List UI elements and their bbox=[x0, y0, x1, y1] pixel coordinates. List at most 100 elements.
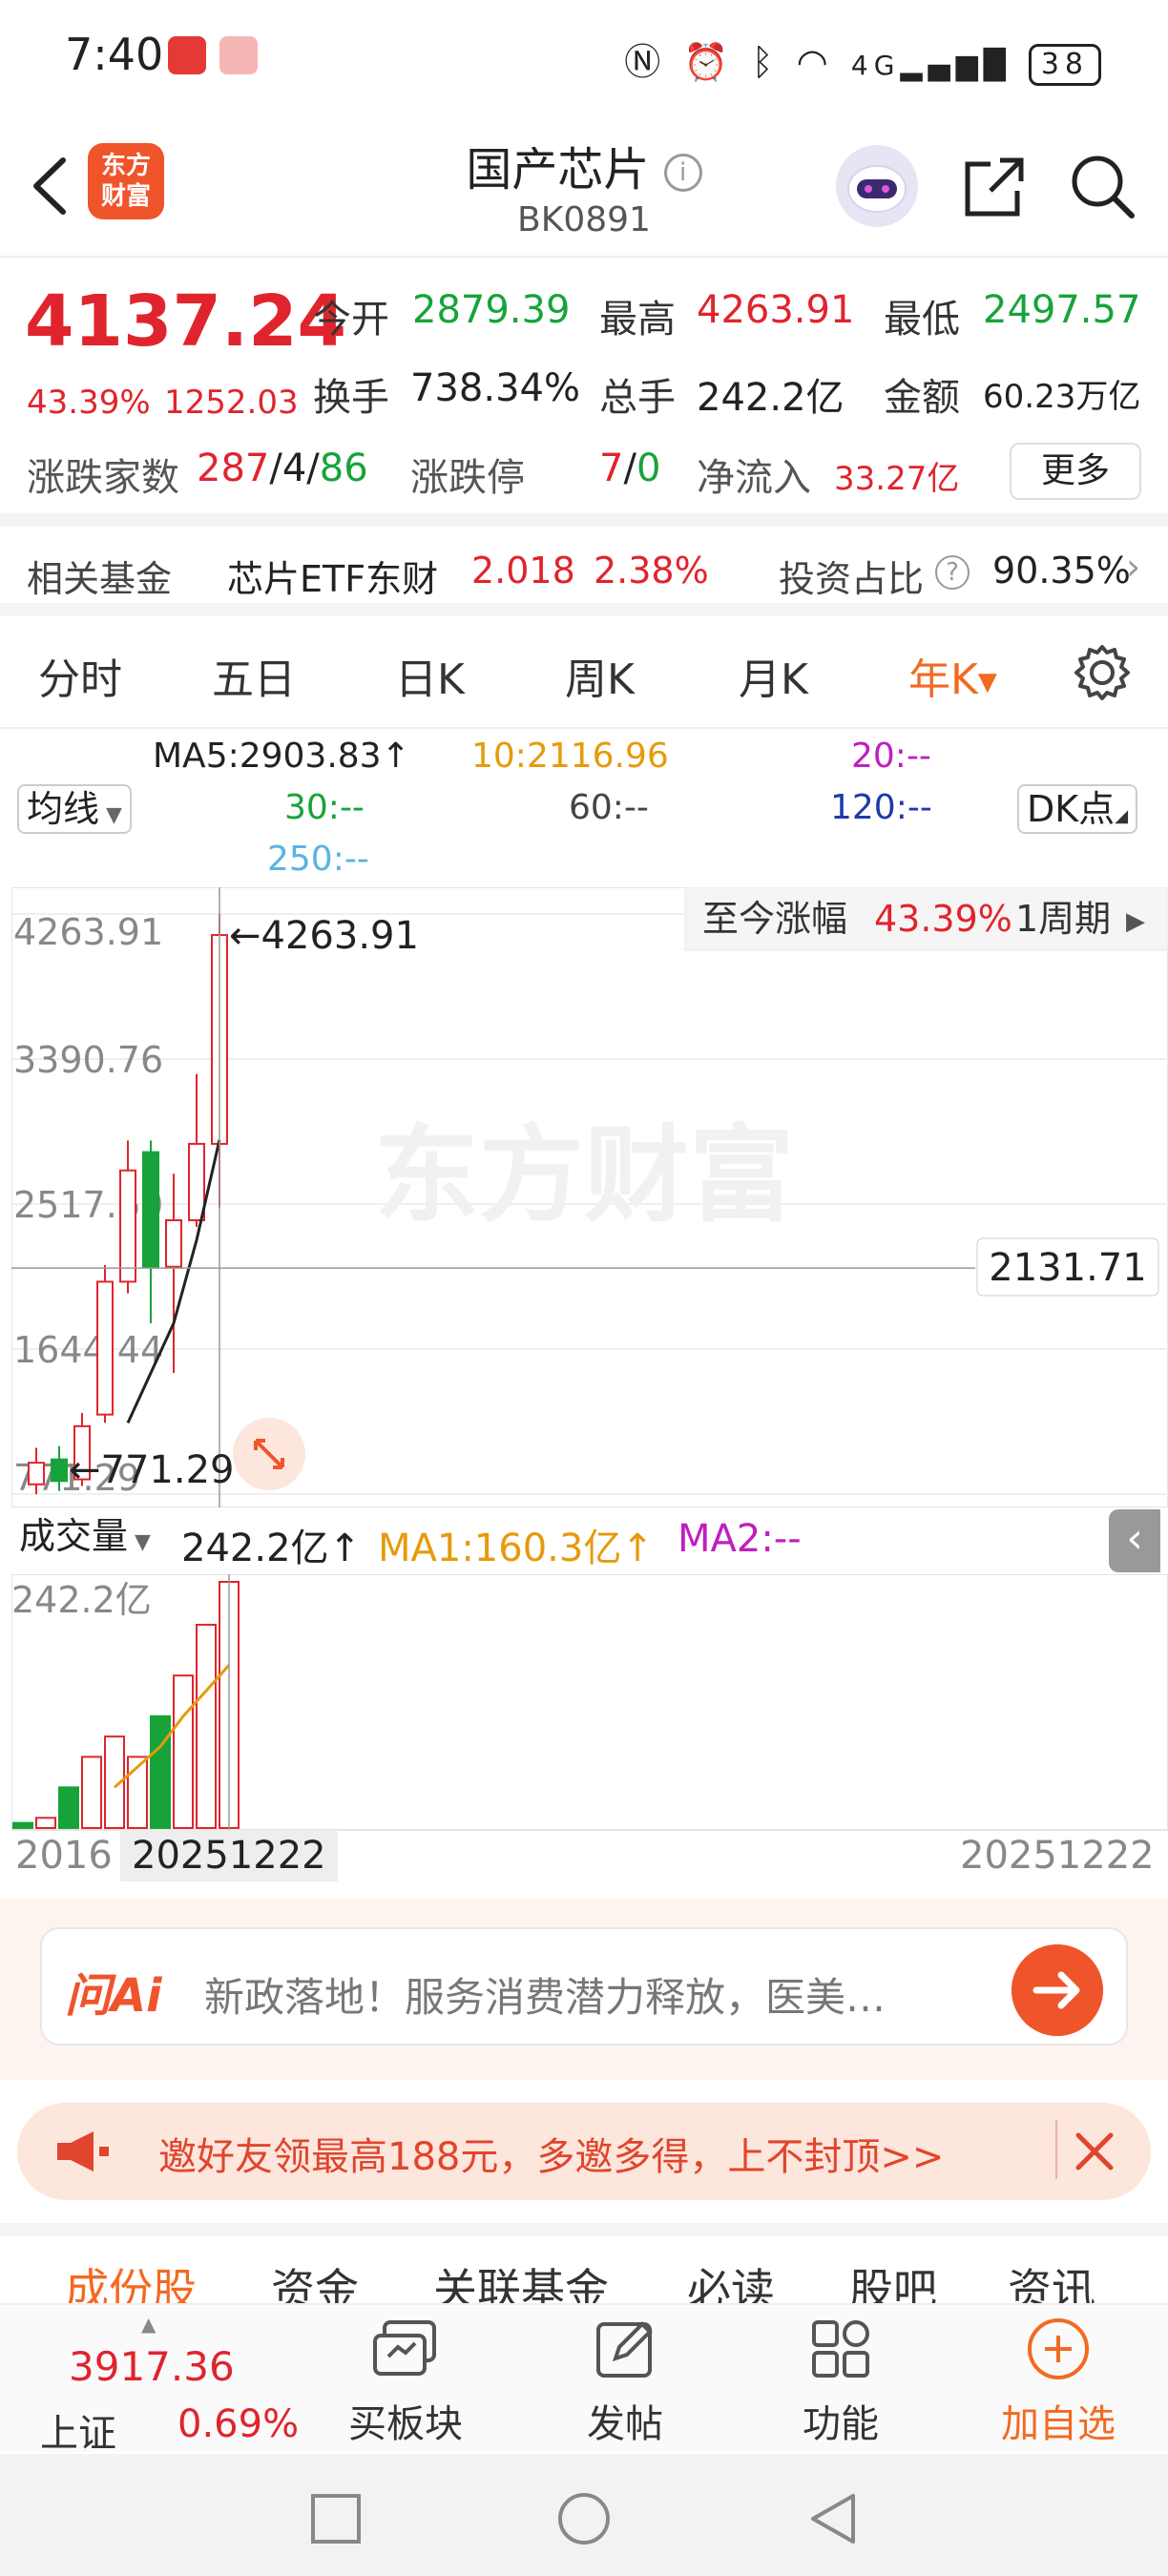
ma5-value: MA5:2903.83↑ bbox=[153, 737, 410, 776]
dk-point-selector[interactable]: DK点◢ bbox=[1017, 784, 1138, 834]
caret-up-icon: ▲ bbox=[141, 2313, 156, 2336]
candle-body bbox=[51, 1458, 68, 1483]
y-axis-label: 4263.91 bbox=[13, 911, 163, 953]
caret-down-icon: ▼ bbox=[128, 1530, 151, 1554]
home-icon[interactable] bbox=[555, 2490, 613, 2547]
x-axis-start: 2016 bbox=[15, 1834, 113, 1878]
edit-icon bbox=[596, 2321, 653, 2378]
sep: / bbox=[306, 447, 320, 490]
low-marker: ←771.29 bbox=[69, 1448, 234, 1492]
tab-monthly-k[interactable]: 月K bbox=[739, 645, 808, 706]
recent-apps-icon[interactable] bbox=[309, 2492, 363, 2545]
caret-down-icon: ▼ bbox=[99, 803, 122, 827]
chart-period-tabs: 分时 五日 日K 周K 月K 年K▼ bbox=[0, 620, 1168, 729]
gain-badge[interactable]: 至今涨幅 43.39% 1周期 ▶ bbox=[684, 887, 1168, 951]
wifi-icon: ◠ bbox=[796, 41, 834, 83]
open-value: 2879.39 bbox=[412, 288, 571, 332]
kline-chart[interactable]: 东方财富 4263.913390.762517.601644.44771.29 … bbox=[11, 887, 1168, 1507]
buy-board-label: 买板块 bbox=[348, 2402, 463, 2446]
bottom-content-tabs: 成份股 资金 关联基金 必读 股吧 资讯 bbox=[0, 2223, 1168, 2316]
promo-banner[interactable]: 邀好友领最高188元，多邀多得，上不封顶>> bbox=[17, 2103, 1151, 2200]
quote-panel: 4137.24 43.39% 1252.03 今开 2879.39 最高 426… bbox=[0, 260, 1168, 527]
tab-yearly-label: 年K bbox=[908, 655, 978, 704]
sep: / bbox=[623, 447, 636, 490]
corner-triangle-icon: ◢ bbox=[1115, 806, 1129, 826]
ma30-value: 30:-- bbox=[284, 788, 365, 827]
fund-label: 相关基金 bbox=[27, 558, 173, 600]
function-button[interactable]: 功能 bbox=[750, 2315, 931, 2448]
megaphone-icon bbox=[57, 2131, 109, 2171]
volume-chart[interactable]: 242.2亿 bbox=[11, 1574, 1168, 1832]
caret-right-icon: ▶ bbox=[1126, 907, 1145, 936]
help-icon[interactable]: ? bbox=[935, 555, 970, 590]
high-marker: ←4263.91 bbox=[229, 914, 419, 958]
limit-counts: 7/0 bbox=[599, 447, 660, 490]
limit-up-count: 7 bbox=[599, 447, 624, 490]
close-icon[interactable] bbox=[1071, 2128, 1118, 2175]
info-icon[interactable]: i bbox=[663, 154, 702, 192]
expand-icon[interactable] bbox=[233, 1418, 305, 1490]
amount-label: 金额 bbox=[884, 376, 960, 420]
ask-ai-input[interactable]: 问Ai 新政落地！服务消费潜力释放，医美… bbox=[40, 1927, 1128, 2046]
candle-body bbox=[28, 1462, 45, 1485]
fund-name[interactable]: 芯片ETF东财 bbox=[227, 550, 438, 602]
down-count: 86 bbox=[319, 447, 368, 490]
current-price: 4137.24 bbox=[25, 280, 347, 363]
tab-yearly-k[interactable]: 年K▼ bbox=[908, 645, 997, 706]
index-value: 3917.36 bbox=[69, 2343, 235, 2390]
ask-ai-bar: 问Ai 新政落地！服务消费潜力释放，医美… bbox=[0, 1899, 1168, 2080]
ask-ai-logo: 问Ai bbox=[65, 1969, 162, 2023]
tab-five-day[interactable]: 五日 bbox=[212, 645, 296, 706]
notification-app-icon-2 bbox=[219, 36, 258, 74]
candle-body bbox=[188, 1142, 205, 1221]
updown-counts: 287/4/86 bbox=[197, 447, 368, 490]
gain-label: 至今涨幅 bbox=[702, 898, 847, 940]
back-nav-icon[interactable] bbox=[805, 2490, 859, 2547]
ma-selector[interactable]: 均线 ▼ bbox=[17, 784, 132, 834]
gear-icon[interactable] bbox=[1071, 641, 1134, 704]
volume-bar bbox=[196, 1623, 217, 1830]
grid-icon bbox=[812, 2320, 869, 2378]
index-percent: 0.69% bbox=[177, 2402, 300, 2446]
tab-daily-k[interactable]: 日K bbox=[395, 645, 465, 706]
high-value: 4263.91 bbox=[697, 288, 855, 332]
low-label: 最低 bbox=[884, 298, 960, 342]
add-circle-icon bbox=[1028, 2318, 1089, 2379]
x-axis-highlight: 20251222 bbox=[120, 1830, 338, 1881]
volume-selector[interactable]: 成交量 ▼ bbox=[11, 1513, 158, 1563]
volume-bar bbox=[173, 1674, 194, 1830]
add-watchlist-label: 加自选 bbox=[1001, 2402, 1116, 2446]
arrow-right-icon[interactable] bbox=[1012, 1944, 1103, 2036]
share-icon[interactable] bbox=[958, 151, 1031, 223]
crosshair-value: 2131.71 bbox=[989, 1246, 1146, 1290]
candle-body bbox=[165, 1218, 182, 1268]
x-axis-end: 20251222 bbox=[960, 1834, 1155, 1878]
dk-label: DK点 bbox=[1027, 788, 1116, 830]
volume-bar bbox=[150, 1714, 171, 1829]
volume-value: 242.2亿 bbox=[697, 376, 845, 420]
index-ticker[interactable]: ▲ 3917.36 上证 0.69% bbox=[19, 2313, 300, 2456]
tab-weekly-k[interactable]: 周K bbox=[565, 645, 635, 706]
function-label: 功能 bbox=[803, 2402, 879, 2446]
bottom-toolbar: ▲ 3917.36 上证 0.69% 买板块 发帖 功能 加自选 bbox=[0, 2303, 1168, 2456]
collapse-side-panel-button[interactable]: ‹ bbox=[1109, 1509, 1160, 1572]
index-name: 上证 bbox=[40, 2412, 116, 2456]
tab-intraday[interactable]: 分时 bbox=[38, 645, 122, 706]
volume-ma2: MA2:-- bbox=[678, 1517, 802, 1561]
search-icon[interactable] bbox=[1067, 151, 1139, 223]
change-percent: 43.39% bbox=[27, 384, 151, 422]
ma120-value: 120:-- bbox=[830, 788, 932, 827]
battery-icon: 38 bbox=[1028, 43, 1101, 86]
up-count: 287 bbox=[197, 447, 270, 490]
ai-assistant-avatar[interactable] bbox=[836, 145, 918, 227]
buy-board-button[interactable]: 买板块 bbox=[315, 2315, 496, 2448]
post-button[interactable]: 发帖 bbox=[534, 2315, 716, 2448]
signal-icon: 4G bbox=[850, 50, 901, 81]
add-watchlist-button[interactable]: 加自选 bbox=[968, 2315, 1149, 2448]
bluetooth-icon: ᛒ bbox=[751, 41, 780, 83]
related-fund-row[interactable]: 相关基金 芯片ETF东财 2.018 2.38% 投资占比 ? 90.35% › bbox=[0, 540, 1168, 616]
more-button[interactable]: 更多 bbox=[1010, 443, 1141, 500]
period-value: 1周期 bbox=[1015, 898, 1111, 940]
inflow-value: 33.27亿 bbox=[834, 460, 960, 498]
volume-bar bbox=[81, 1755, 102, 1830]
